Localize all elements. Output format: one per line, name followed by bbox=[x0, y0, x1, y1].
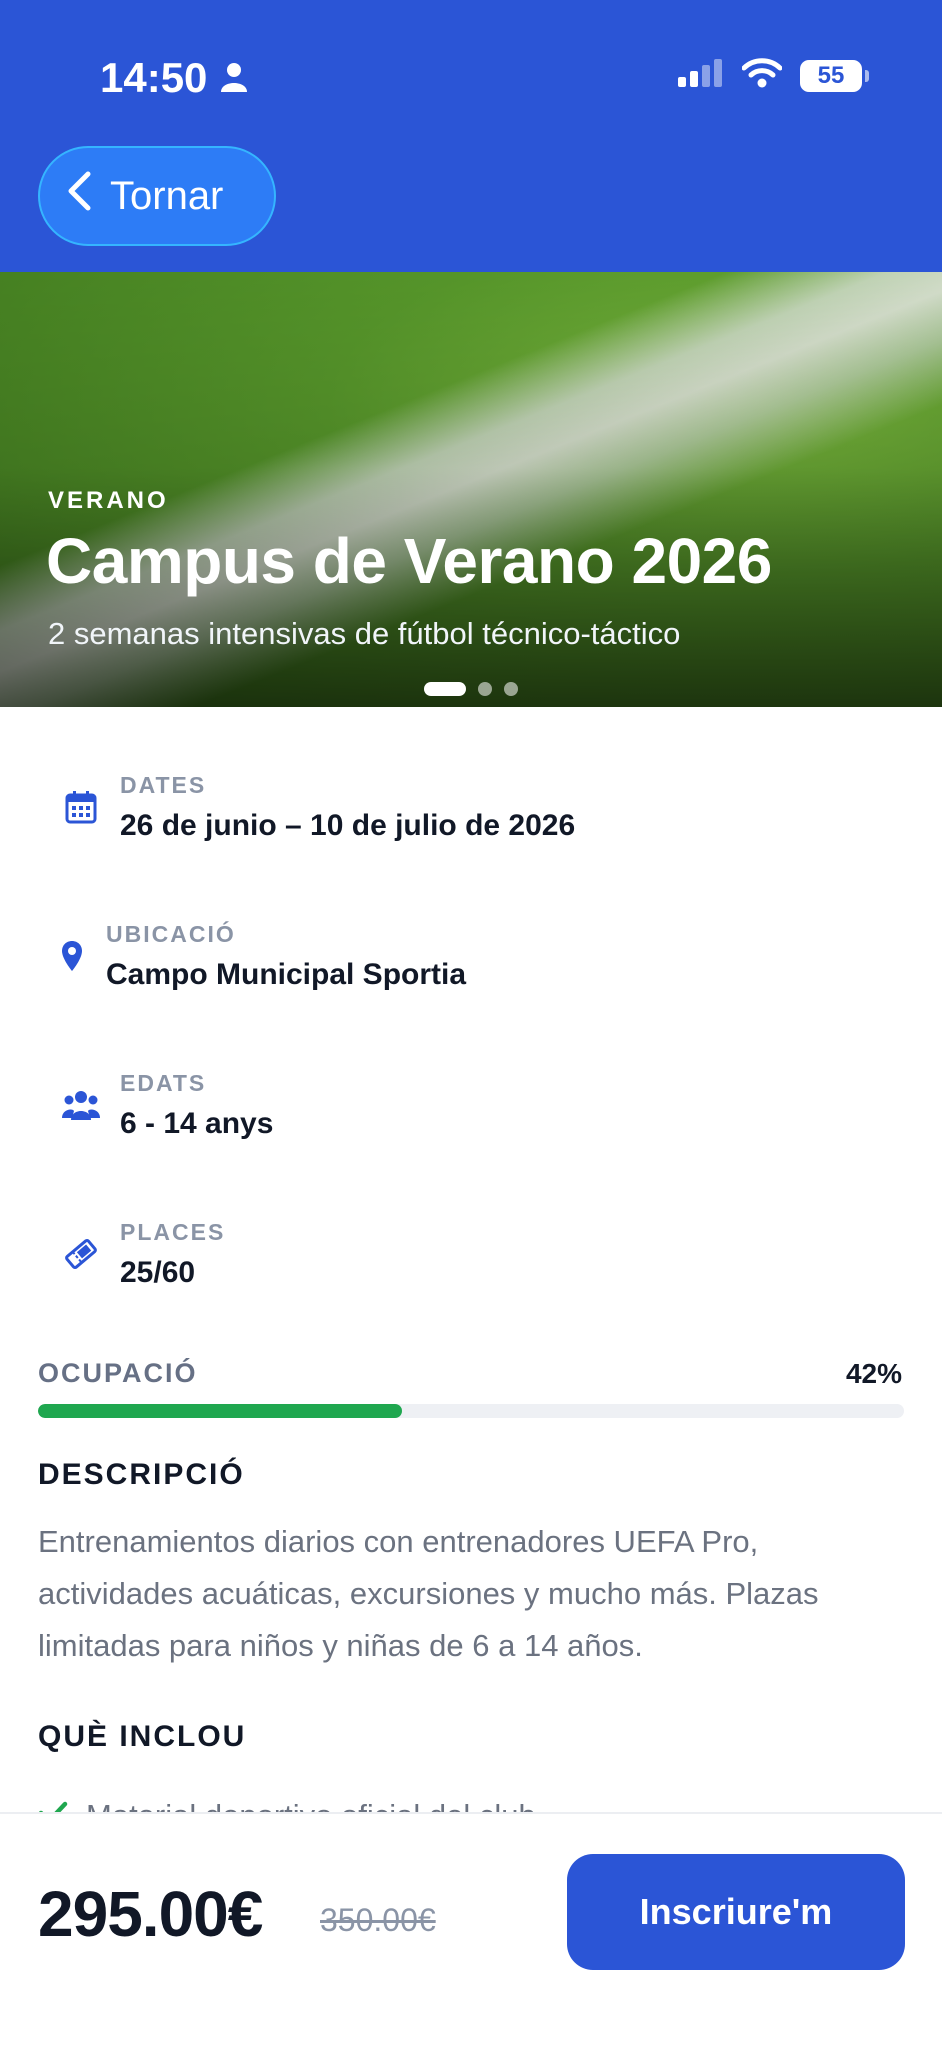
status-time: 14:50 bbox=[100, 54, 248, 102]
hero-banner[interactable]: VERANO Campus de Verano 2026 2 semanas i… bbox=[0, 272, 942, 707]
users-group-icon bbox=[62, 1086, 100, 1124]
status-icons: 55 bbox=[678, 58, 869, 93]
old-price: 350.00€ bbox=[320, 1902, 436, 1938]
description-title: DESCRIPCIÓ bbox=[38, 1458, 245, 1491]
carousel-dot[interactable] bbox=[478, 682, 492, 696]
back-button[interactable]: Tornar bbox=[38, 146, 276, 246]
enroll-button[interactable]: Inscriure'm bbox=[567, 1854, 905, 1970]
hero-category-tag: VERANO bbox=[48, 487, 169, 514]
calendar-icon bbox=[62, 788, 100, 826]
occupancy-value: 42% bbox=[845, 1358, 902, 1389]
description-text: Entrenamientos diarios con entrenadores … bbox=[38, 1524, 819, 1663]
bottom-action-bar: 295.00€ 350.00€ Inscriure'm bbox=[0, 1812, 942, 2048]
person-icon bbox=[221, 54, 248, 102]
info-value: Campo Municipal Sportia bbox=[106, 958, 467, 991]
info-row-dates: DATES 26 de junio – 10 de julio de 2026 bbox=[62, 772, 575, 843]
signal-icon bbox=[678, 59, 724, 92]
info-row-location: UBICACIÓ Campo Municipal Sportia bbox=[58, 921, 466, 992]
chevron-left-icon bbox=[66, 170, 92, 222]
includes-title: QUÈ INCLOU bbox=[38, 1720, 247, 1753]
occupancy-progress-bar bbox=[38, 1404, 904, 1418]
hero-subtitle: 2 semanas intensivas de fútbol técnico-t… bbox=[48, 616, 681, 651]
info-row-places: PLACES 25/60 bbox=[62, 1219, 225, 1290]
hero-title: Campus de Verano 2026 bbox=[46, 525, 772, 597]
info-value: 26 de junio – 10 de julio de 2026 bbox=[120, 809, 576, 842]
info-label: PLACES bbox=[120, 1219, 226, 1245]
carousel-indicator[interactable] bbox=[0, 682, 942, 696]
carousel-dot[interactable] bbox=[504, 682, 518, 696]
info-label: UBICACIÓ bbox=[106, 921, 236, 947]
wifi-icon bbox=[741, 58, 783, 93]
ticket-icon bbox=[62, 1235, 100, 1273]
occupancy-progress-fill bbox=[38, 1404, 402, 1418]
battery-indicator: 55 bbox=[800, 59, 869, 92]
back-button-label: Tornar bbox=[110, 173, 224, 218]
info-value: 6 - 14 anys bbox=[120, 1107, 274, 1140]
info-row-ages: EDATS 6 - 14 anys bbox=[62, 1070, 273, 1141]
occupancy-label: OCUPACIÓ bbox=[38, 1358, 198, 1388]
info-value: 25/60 bbox=[120, 1256, 196, 1289]
price: 295.00€ bbox=[38, 1878, 263, 1950]
location-pin-icon bbox=[58, 937, 86, 975]
header: 14:50 55 Tornar bbox=[0, 0, 942, 272]
carousel-dot[interactable] bbox=[424, 682, 466, 696]
status-time-text: 14:50 bbox=[100, 54, 208, 101]
info-label: EDATS bbox=[120, 1070, 207, 1096]
info-label: DATES bbox=[120, 772, 207, 798]
